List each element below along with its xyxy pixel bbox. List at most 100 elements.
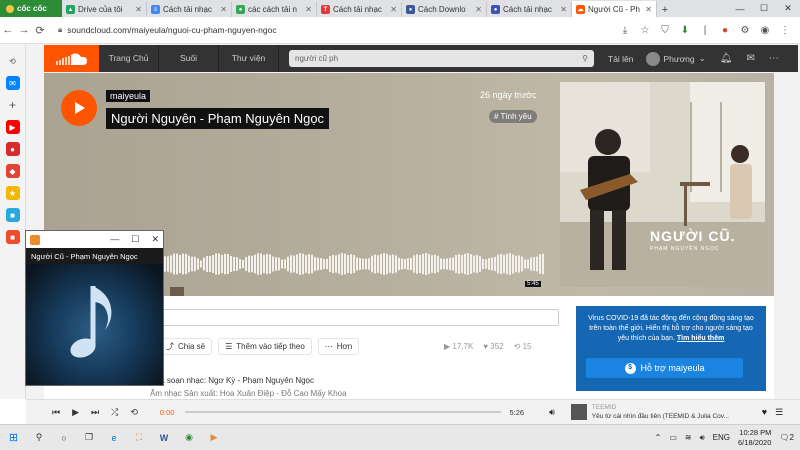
maximize-icon[interactable]: ☐ (131, 234, 139, 245)
cortana-icon[interactable]: ○ (56, 430, 72, 446)
waveform-bar (536, 256, 538, 272)
close-tab-icon[interactable]: ✕ (475, 5, 482, 14)
mail-icon[interactable]: ✉ (746, 53, 754, 64)
windows-start-icon[interactable]: ⊞ (0, 431, 27, 444)
play-button[interactable] (61, 90, 97, 126)
browser-tab[interactable]: ≡ Cách tải nhạc ✕ (147, 2, 232, 17)
browser-sidebar: ⟲ ✉ + ▶ ● ◆ ★ ■ ■ (0, 44, 26, 399)
close-tab-icon[interactable]: ✕ (645, 5, 652, 14)
new-tab-button[interactable]: + (657, 2, 673, 17)
close-tab-icon[interactable]: ✕ (135, 5, 142, 14)
browser-tab[interactable]: ● Cách Downlo ✕ (402, 2, 487, 17)
search-icon[interactable]: ⚲ (31, 430, 47, 446)
play-icon[interactable]: ▶ (72, 407, 79, 418)
playlist-icon[interactable]: ☰ (775, 407, 783, 418)
task-view-icon[interactable]: ❐ (81, 430, 97, 446)
notification-icon[interactable]: 🗨︎2 (779, 433, 794, 442)
close-icon[interactable]: ✕ (151, 234, 159, 245)
language-indicator[interactable]: ENG (713, 433, 730, 442)
waveform[interactable] (158, 245, 545, 283)
media-player-titlebar[interactable]: — ☐ ✕ (26, 231, 163, 248)
shield-icon[interactable]: ⛉ (658, 23, 672, 37)
search-icon[interactable]: ⚲ (582, 54, 588, 63)
reload-icon[interactable]: ⟳ (32, 24, 48, 37)
window-controls: — ☐ ✕ (728, 0, 800, 17)
now-playing-artist[interactable]: TEEMID (592, 403, 752, 412)
youtube-icon[interactable]: ▶ (5, 120, 20, 134)
more-button[interactable]: ⋯ Hơn (317, 338, 360, 355)
volume-icon[interactable]: 🔊︎ (700, 433, 705, 443)
browser-tab[interactable]: ● các cách tải n ✕ (232, 2, 317, 17)
battery-icon[interactable]: ▭ (669, 433, 677, 442)
close-tab-icon[interactable]: ✕ (305, 5, 312, 14)
profile-avatar[interactable]: ◉ (758, 23, 772, 37)
bell-icon[interactable]: 🔔︎ (720, 53, 733, 64)
more-menu-icon[interactable]: ⋮ (778, 23, 792, 37)
shopping-icon[interactable]: ◆ (5, 164, 20, 178)
waveform-bar (527, 259, 529, 269)
maximize-icon[interactable]: ☐ (752, 0, 776, 17)
add-to-next-up-button[interactable]: ☰ Thêm vào tiếp theo (218, 338, 312, 355)
uploader-link[interactable]: maiyeula (106, 90, 151, 102)
learn-more-link[interactable]: Tìm hiểu thêm (677, 335, 724, 342)
clock[interactable]: 10:28 PM 6/18/2020 (738, 428, 771, 448)
back-icon[interactable]: ← (0, 24, 16, 36)
extension-download-icon[interactable]: ⬇ (678, 23, 692, 37)
game-icon[interactable]: ★ (5, 186, 20, 200)
browser-tab[interactable]: T Cách tải nhạc ✕ (317, 2, 402, 17)
nav-stream[interactable]: Suối (159, 45, 219, 72)
nav-library[interactable]: Thư viện (219, 45, 279, 72)
soundcloud-logo[interactable] (44, 45, 99, 72)
browser-tab[interactable]: ▲ Drive của tôi ✕ (62, 2, 147, 17)
wifi-icon[interactable]: ≋ (685, 433, 692, 442)
genre-tag[interactable]: # Tình yêu (489, 110, 537, 123)
download-icon[interactable]: ⤓ (618, 23, 632, 37)
browser-tab[interactable]: ● Cách tải nhạc ✕ (487, 2, 572, 17)
minimize-icon[interactable]: — (110, 234, 119, 245)
close-tab-icon[interactable]: ✕ (220, 5, 227, 14)
app-icon[interactable]: ● (5, 142, 20, 156)
app3-icon[interactable]: ■ (5, 230, 20, 244)
share-button[interactable]: ⤴ Chia sẻ (159, 338, 213, 355)
support-artist-button[interactable]: $ Hỗ trợ maiyeula (586, 358, 743, 378)
edge-icon[interactable]: e (106, 430, 122, 446)
word-icon[interactable]: W (156, 430, 172, 446)
previous-icon[interactable]: ⏮ (52, 407, 60, 418)
close-tab-icon[interactable]: ✕ (390, 5, 397, 14)
now-playing-title[interactable]: Yêu từ cái nhìn đầu tiên (TEEMID & Julia… (592, 412, 752, 421)
extension-icon[interactable]: ● (718, 23, 732, 37)
search-input[interactable]: người cũ ph ⚲ (289, 50, 594, 67)
upload-link[interactable]: Tải lên (608, 54, 634, 64)
messenger-icon[interactable]: ✉ (5, 76, 20, 90)
volume-icon[interactable]: 🔊︎ (549, 407, 555, 418)
star-icon[interactable]: ☆ (638, 23, 652, 37)
like-icon[interactable]: ♥ (762, 407, 767, 418)
media-player-window[interactable]: — ☐ ✕ Người Cũ - Phạm Nguyên Ngọc (25, 230, 164, 386)
history-icon[interactable]: ⟲ (6, 54, 20, 68)
url-field[interactable]: 🔒︎ soundcloud.com/maiyeula/nguoi-cu-pham… (58, 21, 618, 40)
now-playing[interactable]: TEEMID Yêu từ cái nhìn đầu tiên (TEEMID … (570, 403, 752, 421)
store-icon[interactable]: ⛶ (131, 430, 147, 446)
repeat-icon[interactable]: ⟲ (130, 407, 138, 418)
user-menu[interactable]: Phương ⌄ (645, 51, 706, 66)
comment-input[interactable] (159, 309, 559, 326)
progress-bar[interactable] (184, 411, 501, 413)
nav-home[interactable]: Trang Chủ (99, 45, 159, 72)
next-icon[interactable]: ⏭ (91, 407, 99, 418)
coccoc-menu-button[interactable]: cốc cốc (0, 0, 62, 17)
add-icon[interactable]: + (6, 98, 20, 112)
coccoc-icon[interactable]: ◉ (181, 430, 197, 446)
shuffle-icon[interactable]: ⤮ (111, 407, 118, 418)
waveform-bar (365, 258, 367, 270)
more-icon[interactable]: ⋯ (769, 53, 779, 64)
minimize-icon[interactable]: — (728, 0, 752, 17)
browser-tab-active[interactable]: ☁ Người Cũ - Ph ✕ (572, 1, 657, 17)
close-icon[interactable]: ✕ (776, 0, 800, 17)
forward-icon[interactable]: → (16, 24, 32, 36)
gear-icon[interactable]: ⚙ (738, 23, 752, 37)
track-artwork[interactable]: NGƯỜI CŨ. PHẠM NGUYÊN NGỌC (560, 82, 765, 287)
chevron-up-icon[interactable]: ⌃ (655, 433, 662, 442)
close-tab-icon[interactable]: ✕ (560, 5, 567, 14)
app2-icon[interactable]: ■ (5, 208, 20, 222)
media-player-icon[interactable]: ▶ (206, 430, 222, 446)
